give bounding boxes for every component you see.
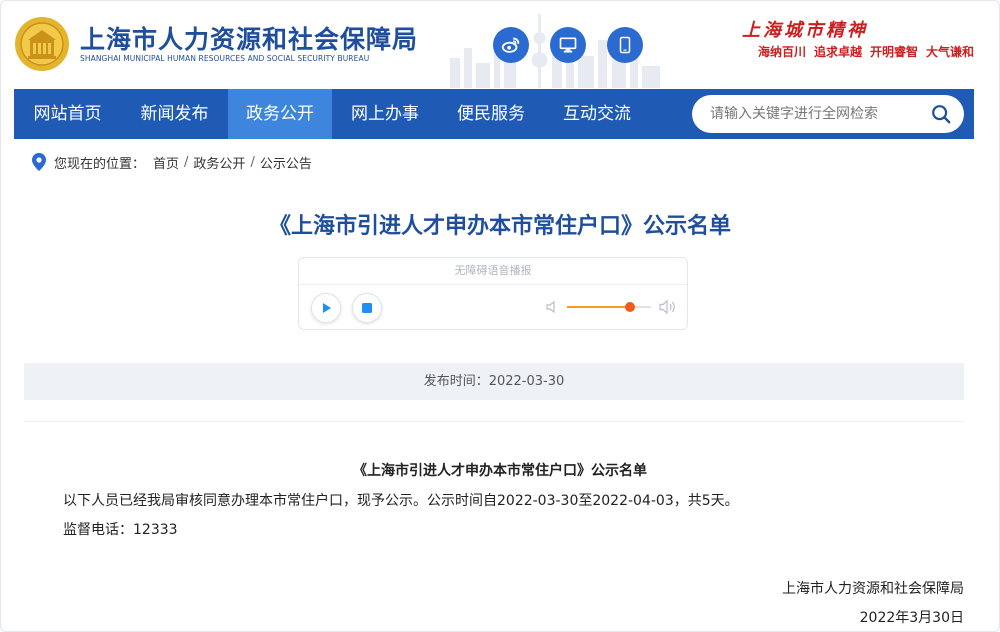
mobile-button[interactable]: [607, 27, 643, 63]
breadcrumb-separator: /: [250, 154, 255, 170]
search-icon[interactable]: [930, 103, 952, 125]
article-heading: 《上海市引进人才申办本市常住户口》公示名单: [353, 463, 647, 479]
breadcrumb-home[interactable]: 首页: [153, 153, 179, 172]
volume-low-icon: [546, 300, 555, 314]
page-title: 《上海市引进人才申办本市常住户口》公示名单: [268, 214, 731, 239]
nav-item-gov-affairs[interactable]: 政务公开: [228, 89, 332, 139]
city-spirit-item: 大气谦和: [925, 45, 974, 59]
breadcrumb: 您现在的位置： 首页 / 政务公开 / 公示公告: [32, 152, 312, 172]
nav-item-online-services[interactable]: 网上办事: [332, 89, 438, 139]
article-body-line: 以下人员已经我局审核同意办理本市常住户口，现予公示。公示时间自2022-03-3…: [63, 493, 739, 509]
mobile-icon: [619, 36, 631, 54]
city-spirit-item: 追求卓越: [813, 45, 862, 59]
play-icon: [323, 303, 331, 313]
volume-slider-knob[interactable]: [625, 302, 635, 312]
stop-button[interactable]: [352, 293, 382, 323]
search-input[interactable]: [710, 95, 920, 133]
city-spirit-item: 海纳百川: [757, 45, 806, 59]
bureau-name-english: SHANGHAI MUNICIPAL HUMAN RESOURCES AND S…: [80, 54, 370, 63]
location-pin-icon: [32, 153, 46, 171]
volume-high-icon: [659, 299, 675, 315]
city-spirit-title: 上海城市精神: [742, 20, 868, 41]
divider: [24, 421, 964, 422]
nav-item-news[interactable]: 新闻发布: [121, 89, 228, 139]
bureau-name: 上海市人力资源和社会保障局: [80, 25, 419, 54]
publish-time: 发布时间：2022-03-30: [24, 363, 964, 400]
nav-item-public-services[interactable]: 便民服务: [438, 89, 544, 139]
desktop-button[interactable]: [550, 27, 586, 63]
city-spirit-item: 开明睿智: [869, 45, 918, 59]
volume-slider-fill: [567, 306, 630, 308]
breadcrumb-separator: /: [184, 154, 189, 170]
bureau-emblem-icon: [15, 17, 69, 71]
search-box: [692, 95, 964, 133]
nav-item-home[interactable]: 网站首页: [14, 89, 121, 139]
breadcrumb-announcements[interactable]: 公示公告: [260, 153, 312, 172]
breadcrumb-prefix: 您现在的位置：: [54, 156, 146, 172]
volume-slider[interactable]: [567, 302, 651, 312]
city-spirit-list: 海纳百川 追求卓越 开明睿智 大气谦和: [758, 43, 974, 60]
supervision-phone: 监督电话：12333: [63, 522, 178, 538]
weibo-button[interactable]: [493, 27, 529, 63]
nav-item-interaction[interactable]: 互动交流: [544, 89, 650, 139]
audio-player: 无障碍语音播报: [298, 257, 688, 330]
audio-player-label: 无障碍语音播报: [299, 258, 687, 285]
signature-org: 上海市人力资源和社会保障局: [782, 581, 964, 597]
main-nav: 网站首页 新闻发布 政务公开 网上办事 便民服务 互动交流: [14, 89, 974, 139]
weibo-icon: [501, 37, 520, 53]
signature-date: 2022年3月30日: [859, 610, 964, 626]
desktop-icon: [559, 37, 577, 53]
stop-icon: [362, 303, 372, 313]
play-button[interactable]: [311, 293, 341, 323]
breadcrumb-gov-affairs[interactable]: 政务公开: [193, 153, 245, 172]
site-header: 上海市人力资源和社会保障局 SHANGHAI MUNICIPAL HUMAN R…: [0, 0, 1000, 88]
